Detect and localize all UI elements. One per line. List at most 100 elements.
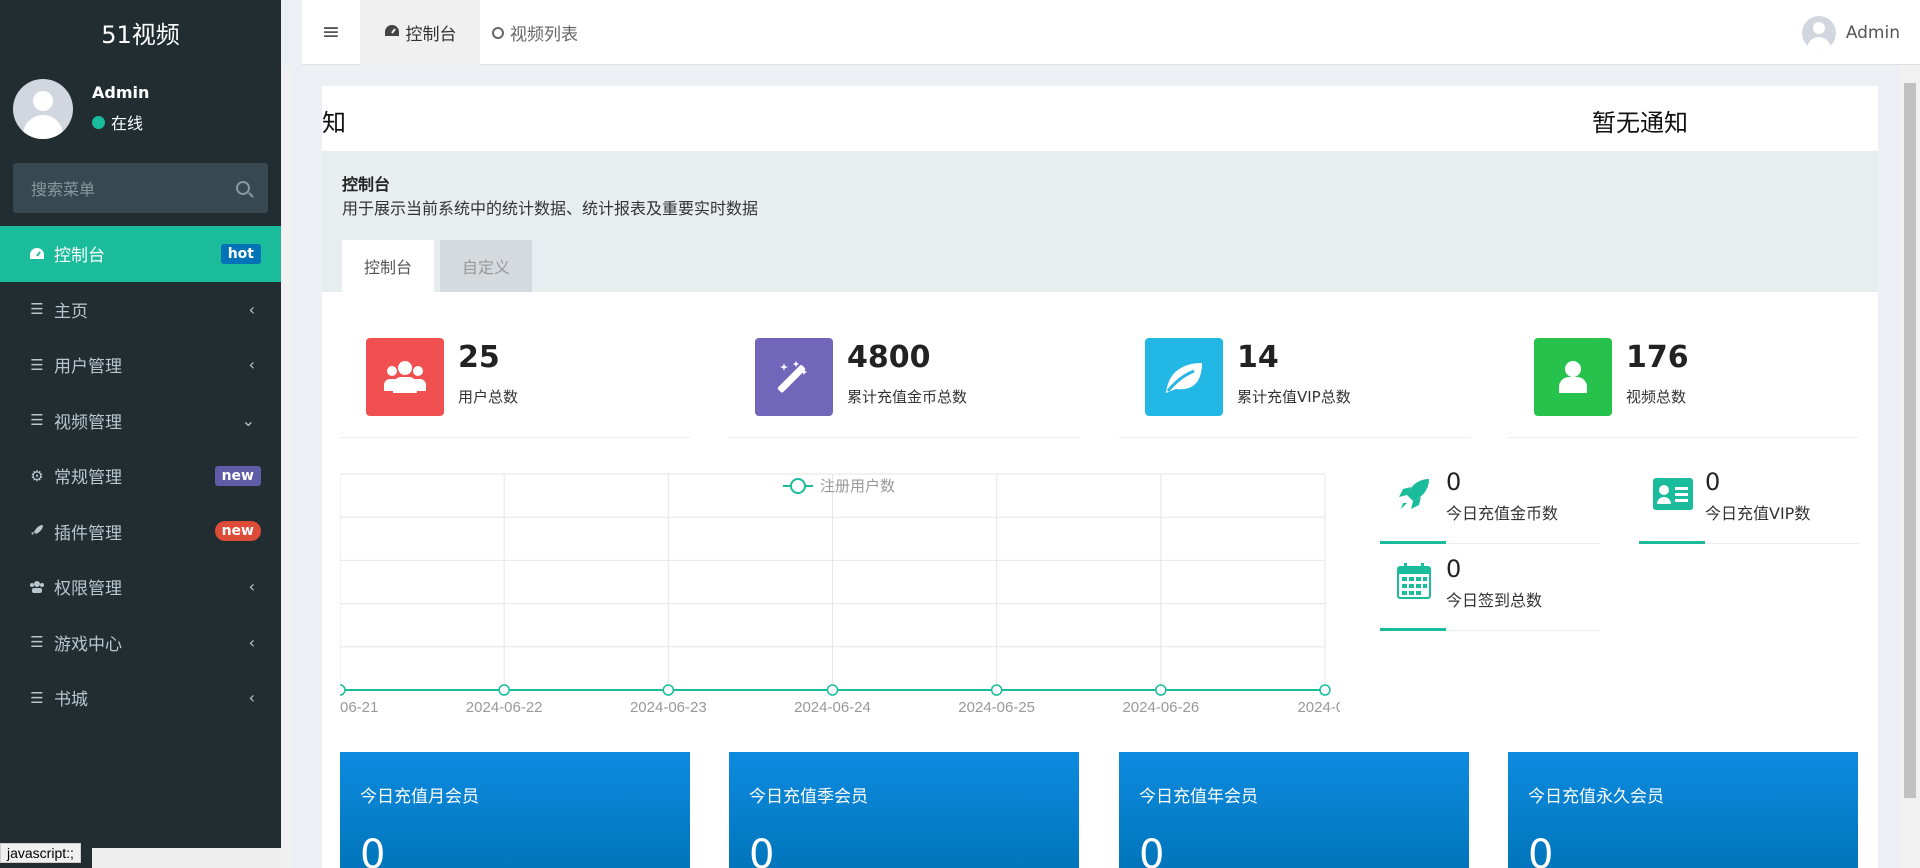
app-logo[interactable]: 51视频 (0, 0, 281, 65)
stat-label: 视频总数 (1626, 388, 1687, 406)
chevron-left-icon: ‹ (248, 577, 255, 597)
sidebar-item-label: 书城 (54, 690, 88, 711)
cogs-icon: ⚙ (30, 466, 44, 485)
user-icon (1534, 338, 1612, 416)
sidebar-item-videos[interactable]: ☰ 视频管理 ⌄ (0, 393, 281, 449)
sidebar-item-home[interactable]: ☰ 主页 ‹ (0, 282, 281, 338)
tab-dashboard[interactable]: 控制台 (360, 0, 480, 65)
online-dot-icon (92, 115, 105, 129)
tab-custom[interactable]: 自定义 (440, 240, 532, 292)
x-tick-label: 2024-06 (1297, 699, 1340, 716)
chart-legend: 注册用户数 (783, 478, 895, 495)
new-badge: new (214, 465, 261, 486)
stat-card-videos: 176 视频总数 (1508, 338, 1858, 438)
chevron-left-icon: ‹ (248, 632, 255, 652)
sidebar-item-label: 常规管理 (54, 468, 122, 489)
list-icon: ☰ (30, 411, 44, 430)
data-point (340, 684, 346, 696)
user-status: 在线 (92, 110, 143, 134)
chevron-left-icon: ‹ (248, 355, 255, 375)
calendar-icon (1394, 561, 1434, 601)
tab-label: 视频列表 (510, 25, 578, 45)
page-scrollbar[interactable] (1900, 65, 1920, 868)
chart-grid (340, 473, 1326, 691)
search-placeholder: 搜索菜单 (31, 180, 96, 199)
list-icon: ☰ (30, 355, 44, 374)
sidebar-item-general[interactable]: ⚙ 常规管理 new (0, 448, 281, 504)
stat-label: 用户总数 (458, 388, 519, 406)
notice-bar: 知 暂无通知 (322, 86, 1878, 151)
sidebar-item-label: 主页 (54, 301, 88, 322)
header-user-menu[interactable]: Admin (1801, 0, 1900, 65)
sidebar-item-permissions[interactable]: 权限管理 ‹ (0, 559, 281, 615)
x-tick-label: 2024-06-26 (1122, 699, 1199, 716)
sidebar-toggle-button[interactable]: ≡ (302, 0, 360, 65)
chevron-down-icon: ⌄ (241, 410, 255, 430)
circle-icon (492, 26, 504, 39)
sidebar-item-label: 视频管理 (54, 412, 122, 433)
today-vip-card: 0 今日充值VIP数 (1639, 468, 1859, 544)
stat-card-users: 25 用户总数 (340, 338, 690, 438)
user-panel: Admin 在线 (0, 65, 281, 155)
dashboard-icon (384, 23, 400, 43)
x-tick-label: 2024-06-22 (466, 699, 543, 716)
stat-label: 累计充值金币总数 (847, 388, 968, 406)
vip-month-card: 今日充值月会员 0 (340, 752, 690, 868)
page-header: 控制台 用于展示当前系统中的统计数据、统计报表及重要实时数据 控制台 自定义 (322, 151, 1878, 292)
sidebar-item-users[interactable]: ☰ 用户管理 ‹ (0, 337, 281, 393)
tab-label: 控制台 (405, 25, 457, 45)
browser-status-url: javascript:; (0, 843, 81, 863)
list-icon: ☰ (30, 633, 44, 652)
vip-card-value: 0 (1139, 832, 1165, 868)
notice-left-text: 知 (322, 109, 346, 137)
data-point (826, 684, 839, 696)
x-tick-label: 2024-06-24 (794, 699, 871, 716)
menu-search-input[interactable]: 搜索菜单 (13, 163, 268, 213)
horizontal-scrollbar[interactable] (92, 848, 281, 868)
x-tick-label: 2024-06-25 (958, 699, 1035, 716)
dashboard-icon (28, 247, 46, 261)
legend-label: 注册用户数 (820, 478, 895, 495)
rocket-icon (1394, 474, 1434, 514)
sidebar-item-label: 权限管理 (54, 579, 122, 600)
stat-card-coins: 4800 累计充值金币总数 (729, 338, 1079, 438)
vip-card-title: 今日充值永久会员 (1528, 787, 1664, 807)
vip-card-value: 0 (360, 832, 386, 868)
tab-video-list[interactable]: 视频列表 (492, 0, 602, 65)
sidebar-item-books[interactable]: ☰ 书城 ‹ (0, 670, 281, 726)
sidebar-item-plugins[interactable]: 插件管理 new (0, 504, 281, 560)
list-icon: ☰ (30, 688, 44, 707)
stat-value: 4800 (847, 340, 931, 375)
top-header: ≡ 控制台 视频列表 Admin (302, 0, 1920, 65)
today-label: 今日充值金币数 (1446, 504, 1559, 523)
list-icon: ☰ (30, 300, 44, 319)
vip-year-card: 今日充值年会员 0 (1119, 752, 1469, 868)
sidebar: 51视频 Admin 在线 搜索菜单 控制台 hot ☰ 主页 ‹ ☰ 用户管理… (0, 0, 281, 868)
users-icon (366, 338, 444, 416)
sidebar-scrollbar[interactable] (281, 65, 291, 868)
avatar (13, 79, 73, 139)
sidebar-item-label: 游戏中心 (54, 634, 122, 655)
tab-console[interactable]: 控制台 (342, 240, 434, 292)
sidebar-item-label: 插件管理 (54, 523, 122, 544)
stat-value: 176 (1626, 340, 1689, 375)
vcard-icon (1653, 474, 1693, 514)
search-icon[interactable] (236, 181, 250, 195)
x-tick-label: 06-21 (340, 699, 378, 716)
vip-card-title: 今日充值月会员 (360, 787, 479, 807)
data-point (498, 684, 510, 696)
hot-badge: hot (220, 243, 261, 264)
magic-wand-icon (755, 338, 833, 416)
sidebar-nav: 控制台 hot ☰ 主页 ‹ ☰ 用户管理 ‹ ☰ 视频管理 ⌄ ⚙ 常规管理 … (0, 226, 281, 726)
sidebar-item-games[interactable]: ☰ 游戏中心 ‹ (0, 615, 281, 671)
vip-quarter-card: 今日充值季会员 0 (729, 752, 1079, 868)
today-coins-card: 0 今日充值金币数 (1380, 468, 1600, 544)
vip-card-value: 0 (749, 832, 775, 868)
sidebar-item-dashboard[interactable]: 控制台 hot (0, 226, 281, 282)
x-tick-label: 2024-06-23 (630, 699, 707, 716)
chart-x-axis: 06-21 2024-06-22 2024-06-23 2024-06-24 2024-… (340, 699, 1340, 716)
new-badge: new (214, 521, 261, 542)
header-user-name: Admin (1845, 22, 1900, 43)
stat-value: 14 (1237, 340, 1279, 375)
vip-card-title: 今日充值年会员 (1139, 787, 1258, 807)
